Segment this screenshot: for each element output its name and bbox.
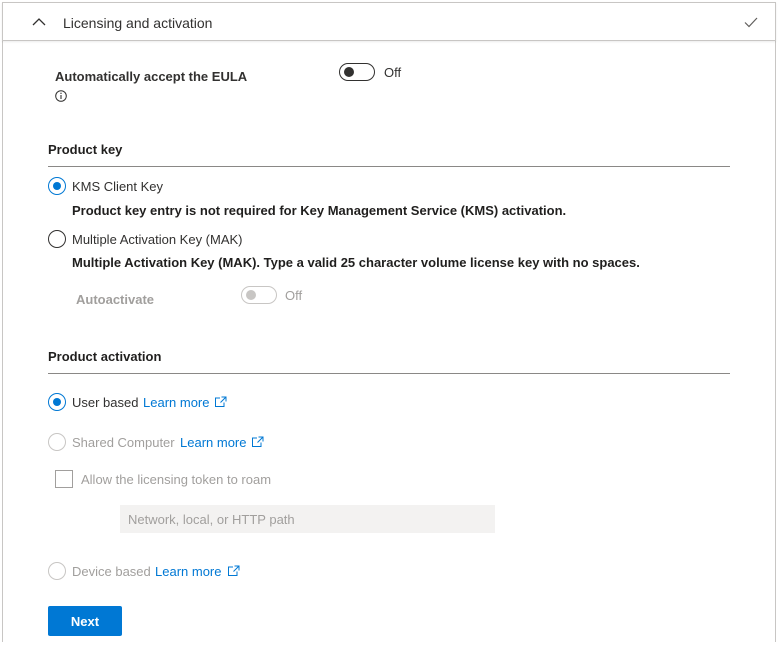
section-header[interactable]: Licensing and activation [2,2,776,41]
kms-radio[interactable] [48,177,66,195]
shared-computer-radio[interactable] [48,433,66,451]
chevron-up-icon[interactable] [31,14,47,30]
radio-dot [53,182,61,190]
toggle-knob [246,290,256,300]
autoactivate-toggle[interactable] [241,286,277,304]
user-based-learn-more-link[interactable]: Learn more [143,395,209,410]
kms-description: Product key entry is not required for Ke… [72,203,567,218]
product-key-divider [48,166,730,167]
eula-toggle[interactable] [339,63,375,81]
eula-toggle-state: Off [384,65,402,80]
next-button[interactable]: Next [48,606,122,636]
shared-computer-learn-more-link[interactable]: Learn more [180,435,246,450]
mak-radio[interactable] [48,230,66,248]
eula-label: Automatically accept the EULA [55,69,248,84]
product-activation-divider [48,373,730,374]
radio-dot [53,398,61,406]
external-link-icon[interactable] [214,396,227,408]
external-link-icon[interactable] [251,436,264,448]
roam-checkbox[interactable] [55,470,73,488]
roam-label: Allow the licensing token to roam [81,472,272,487]
mak-description: Multiple Activation Key (MAK). Type a va… [72,255,640,270]
info-icon[interactable] [55,90,67,102]
product-key-title: Product key [48,142,123,157]
autoactivate-toggle-state: Off [285,288,303,303]
shared-computer-label[interactable]: Shared Computer [72,435,175,450]
device-based-label[interactable]: Device based [72,564,151,579]
panel-frame [2,2,776,642]
autoactivate-label: Autoactivate [76,292,155,307]
mak-label[interactable]: Multiple Activation Key (MAK) [72,232,243,247]
toggle-knob [344,67,354,77]
external-link-icon[interactable] [227,565,240,577]
user-based-radio[interactable] [48,393,66,411]
device-based-radio[interactable] [48,562,66,580]
license-path-input[interactable] [120,505,495,533]
section-title: Licensing and activation [63,15,213,31]
kms-label[interactable]: KMS Client Key [72,179,163,194]
product-activation-title: Product activation [48,349,162,364]
check-icon [744,17,758,28]
user-based-label[interactable]: User based [72,395,138,410]
device-based-learn-more-link[interactable]: Learn more [155,564,221,579]
